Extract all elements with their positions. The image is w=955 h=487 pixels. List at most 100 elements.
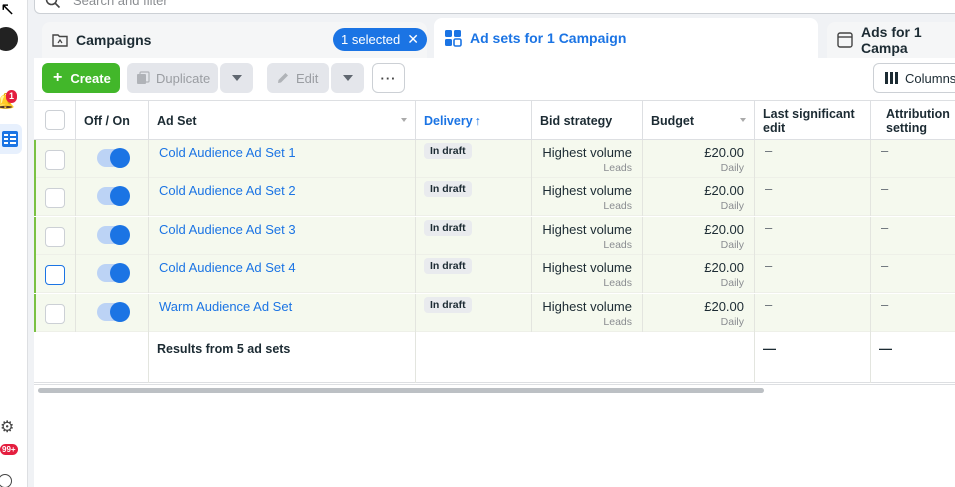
mouse-cursor-icon: ↖ bbox=[0, 0, 16, 19]
row-checkbox[interactable] bbox=[45, 265, 65, 286]
ad-set-name-link[interactable]: Warm Audience Ad Set bbox=[159, 299, 292, 314]
settings-gear-icon[interactable]: ⚙ bbox=[0, 417, 14, 437]
row-checkbox[interactable] bbox=[45, 150, 65, 170]
ad-sets-grid-icon bbox=[444, 29, 462, 47]
column-delivery[interactable]: Delivery ↑ bbox=[415, 101, 531, 140]
table-row[interactable]: Cold Audience Ad Set 4 In draft Highest vo… bbox=[34, 255, 955, 294]
folder-icon bbox=[52, 33, 68, 47]
search-placeholder: Search and filter bbox=[73, 0, 168, 8]
bid-strategy-subtext: Leads bbox=[603, 315, 632, 328]
search-icon bbox=[45, 0, 61, 9]
on-off-toggle[interactable] bbox=[97, 263, 130, 284]
row-name-cell: Warm Audience Ad Set bbox=[148, 293, 415, 332]
delivery-status-badge: In draft bbox=[424, 296, 472, 313]
last-edit-value: – bbox=[765, 296, 773, 312]
budget-value: £20.00 bbox=[704, 221, 744, 237]
duplicate-dropdown-button[interactable] bbox=[220, 63, 253, 93]
column-off-on-label: Off / On bbox=[84, 113, 130, 128]
tab-campaigns-label: Campaigns bbox=[76, 32, 152, 48]
column-budget[interactable]: Budget bbox=[642, 101, 754, 140]
bid-strategy-subtext: Leads bbox=[603, 162, 632, 174]
bid-strategy-value: Highest volume bbox=[542, 145, 632, 160]
budget-subtext: Daily bbox=[720, 238, 744, 251]
toggle-knob bbox=[110, 301, 130, 322]
table-row[interactable]: Cold Audience Ad Set 3 In draft Highest vo… bbox=[34, 216, 955, 255]
row-toggle-cell bbox=[75, 140, 148, 178]
table-row[interactable]: Cold Audience Ad Set 1 In draft Highest vo… bbox=[34, 140, 955, 178]
attribution-value: – bbox=[881, 181, 889, 197]
edit-dropdown-button[interactable] bbox=[331, 63, 364, 93]
duplicate-button[interactable]: Duplicate bbox=[127, 63, 218, 93]
column-last-edit[interactable]: Last significant edit bbox=[754, 101, 870, 140]
help-icon[interactable] bbox=[0, 474, 12, 487]
row-last-edit-cell: – bbox=[754, 140, 870, 178]
row-attribution-cell: – bbox=[870, 216, 955, 255]
last-edit-value: – bbox=[765, 181, 773, 197]
on-off-toggle[interactable] bbox=[97, 301, 130, 322]
row-checkbox[interactable] bbox=[45, 226, 65, 247]
table-row[interactable]: Cold Audience Ad Set 2 In draft Highest vo… bbox=[34, 178, 955, 217]
left-rail: ↖ 🔔 1 ⚙ 99+ bbox=[0, 0, 28, 487]
selected-pill[interactable]: 1 selected ✕ bbox=[333, 28, 427, 51]
search-filter-bar[interactable]: Search and filter bbox=[34, 0, 955, 14]
on-off-toggle[interactable] bbox=[97, 224, 130, 245]
sort-caret-icon bbox=[740, 118, 746, 122]
column-bid-strategy[interactable]: Bid strategy bbox=[531, 101, 642, 140]
column-off-on[interactable]: Off / On bbox=[75, 101, 148, 140]
row-budget-cell: £20.00 Daily bbox=[642, 255, 754, 294]
select-all-checkbox[interactable] bbox=[45, 110, 65, 130]
row-delivery-cell: In draft bbox=[415, 216, 531, 255]
row-select-cell bbox=[34, 294, 75, 332]
edit-label: Edit bbox=[296, 70, 319, 86]
edit-button[interactable]: Edit bbox=[267, 63, 329, 93]
row-toggle-cell bbox=[75, 293, 148, 332]
budget-value: £20.00 bbox=[704, 298, 744, 314]
last-edit-value: – bbox=[765, 258, 773, 274]
tab-ad-sets[interactable]: Ad sets for 1 Campaign bbox=[434, 18, 818, 58]
columns-button[interactable]: Columns bbox=[873, 63, 955, 93]
results-divider bbox=[415, 332, 416, 383]
plus-icon: + bbox=[53, 69, 63, 86]
row-attribution-cell: – bbox=[870, 255, 955, 294]
ad-set-name-link[interactable]: Cold Audience Ad Set 2 bbox=[159, 183, 296, 198]
ads-manager-nav-item[interactable] bbox=[0, 124, 22, 154]
row-select-cell bbox=[34, 178, 75, 216]
ad-set-name-link[interactable]: Cold Audience Ad Set 1 bbox=[159, 145, 296, 160]
tab-ads[interactable]: Ads for 1 Campa bbox=[827, 22, 955, 58]
table-header: Off / On Ad Set Delivery ↑ Bid strategy B… bbox=[34, 100, 955, 140]
on-off-toggle[interactable] bbox=[97, 186, 130, 207]
row-name-cell: Cold Audience Ad Set 3 bbox=[148, 216, 415, 255]
tab-campaigns[interactable]: Campaigns 1 selected ✕ bbox=[42, 22, 427, 58]
delivery-status-badge: In draft bbox=[424, 258, 472, 275]
row-checkbox[interactable] bbox=[45, 303, 65, 324]
avatar[interactable] bbox=[0, 27, 18, 51]
select-all-cell bbox=[34, 101, 75, 140]
more-options-button[interactable]: ··· bbox=[372, 63, 405, 93]
attribution-value: – bbox=[881, 258, 889, 274]
bid-strategy-subtext: Leads bbox=[603, 238, 632, 251]
horizontal-scrollbar[interactable] bbox=[38, 388, 764, 393]
row-bid-cell: Highest volume Leads bbox=[531, 178, 642, 217]
table-bottom-divider bbox=[34, 384, 955, 385]
column-attribution[interactable]: Attribution setting bbox=[870, 101, 955, 140]
create-button[interactable]: + Create bbox=[42, 63, 120, 93]
row-bid-cell: Highest volume Leads bbox=[531, 255, 642, 294]
create-label: Create bbox=[70, 70, 111, 86]
ad-set-name-link[interactable]: Cold Audience Ad Set 3 bbox=[159, 222, 296, 237]
on-off-toggle[interactable] bbox=[97, 148, 130, 168]
toggle-knob bbox=[110, 148, 130, 168]
columns-icon bbox=[885, 72, 899, 84]
row-checkbox[interactable] bbox=[45, 188, 65, 209]
budget-value: £20.00 bbox=[704, 183, 744, 199]
attribution-value: – bbox=[881, 143, 889, 158]
close-icon[interactable]: ✕ bbox=[407, 31, 419, 48]
column-ad-set[interactable]: Ad Set bbox=[148, 101, 415, 140]
bid-strategy-subtext: Leads bbox=[603, 200, 632, 213]
more-icon: ··· bbox=[380, 70, 397, 86]
ad-set-name-link[interactable]: Cold Audience Ad Set 4 bbox=[159, 260, 296, 275]
column-bid-strategy-label: Bid strategy bbox=[540, 113, 613, 128]
budget-subtext: Daily bbox=[720, 162, 744, 174]
notification-badge: 1 bbox=[6, 90, 18, 103]
tab-ads-label: Ads for 1 Campa bbox=[861, 24, 922, 56]
table-row[interactable]: Warm Audience Ad Set In draft Highest volu… bbox=[34, 293, 955, 332]
